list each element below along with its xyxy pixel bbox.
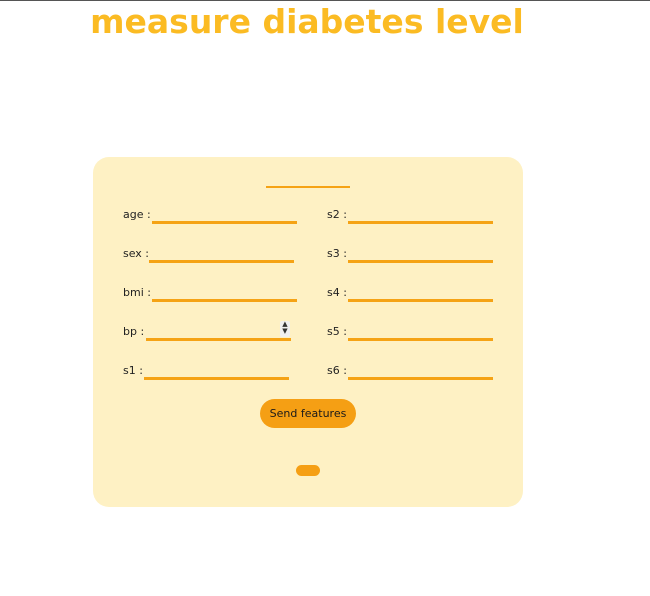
card-header-line: [266, 186, 350, 188]
s2-input[interactable]: [348, 206, 493, 224]
bp-spinner[interactable]: ▲ ▼: [280, 321, 290, 337]
s1-input[interactable]: [144, 362, 289, 380]
field-s1: s1 :: [123, 362, 298, 382]
s5-label: s5 :: [327, 325, 347, 338]
s1-label: s1 :: [123, 364, 143, 377]
spin-down-icon[interactable]: ▼: [280, 328, 290, 335]
result-badge: [296, 465, 320, 476]
field-s5: s5 :: [327, 323, 497, 343]
field-s3: s3 :: [327, 245, 497, 265]
s5-input[interactable]: [348, 323, 493, 341]
field-bmi: bmi :: [123, 284, 298, 304]
field-s4: s4 :: [327, 284, 497, 304]
field-bp: bp : ▲ ▼: [123, 321, 298, 343]
s6-input[interactable]: [348, 362, 493, 380]
s3-input[interactable]: [348, 245, 493, 263]
send-features-button[interactable]: Send features: [260, 399, 356, 428]
field-age: age :: [123, 206, 298, 226]
s6-label: s6 :: [327, 364, 347, 377]
field-sex: sex :: [123, 245, 298, 265]
feature-form-card: age : sex : bmi : bp : ▲ ▼ s1 : s2 : s3 …: [93, 157, 523, 507]
bmi-label: bmi :: [123, 286, 151, 299]
page-title: measure diabetes level: [90, 2, 524, 41]
s4-label: s4 :: [327, 286, 347, 299]
field-s2: s2 :: [327, 206, 497, 226]
age-label: age :: [123, 208, 151, 221]
s3-label: s3 :: [327, 247, 347, 260]
sex-label: sex :: [123, 247, 150, 260]
top-border: [0, 0, 650, 1]
s4-input[interactable]: [348, 284, 493, 302]
bp-label: bp :: [123, 325, 145, 338]
bp-input[interactable]: [146, 323, 291, 341]
sex-input[interactable]: [149, 245, 294, 263]
field-s6: s6 :: [327, 362, 497, 382]
bmi-input[interactable]: [152, 284, 297, 302]
age-input[interactable]: [152, 206, 297, 224]
s2-label: s2 :: [327, 208, 347, 221]
